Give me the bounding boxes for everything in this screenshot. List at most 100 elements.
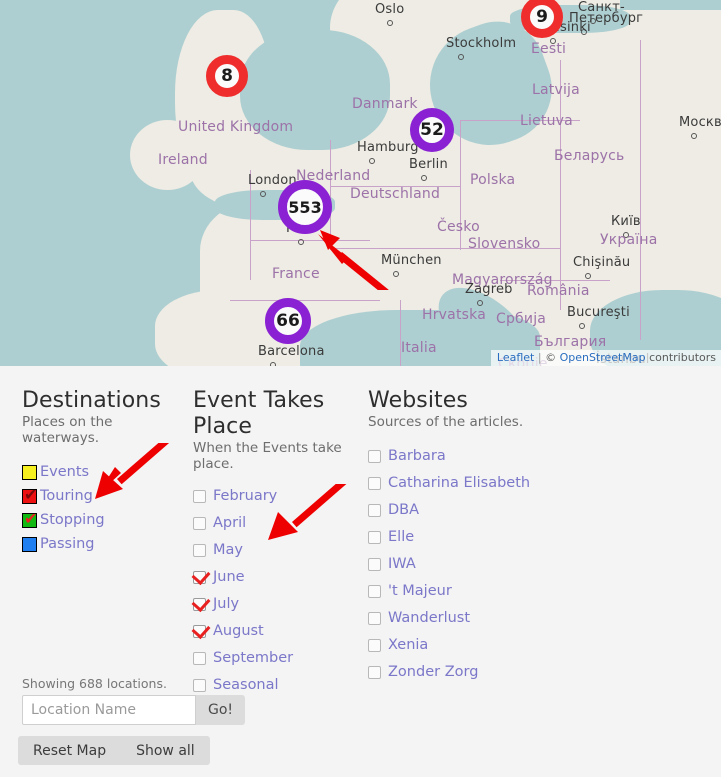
checkbox-icon[interactable] <box>193 651 206 665</box>
website-option-label: Zonder Zorg <box>388 664 479 680</box>
map-label: Deutschland <box>350 186 441 202</box>
leaflet-link[interactable]: Leaflet <box>497 351 534 364</box>
go-button[interactable]: Go! <box>196 695 245 725</box>
checkbox-icon[interactable] <box>368 638 381 652</box>
checkbox-icon[interactable] <box>368 611 381 625</box>
checkbox-icon[interactable] <box>368 449 381 463</box>
map-label: Беларусь <box>554 148 625 164</box>
openstreetmap-link[interactable]: OpenStreetMap <box>560 351 646 364</box>
event-month-option[interactable]: Seasonal <box>193 675 368 695</box>
website-option[interactable]: IWA <box>368 554 698 574</box>
checkbox-icon[interactable] <box>368 476 381 490</box>
event-month-option[interactable]: June <box>193 567 368 587</box>
map-label: Česko <box>437 219 480 235</box>
event-month-option-label: June <box>213 569 245 585</box>
checkbox-icon[interactable] <box>193 489 206 503</box>
website-option[interactable]: Catharina Elisabeth <box>368 473 698 493</box>
map-action-buttons: Reset Map Show all <box>18 736 210 765</box>
checkbox-icon[interactable] <box>368 665 381 679</box>
show-all-button[interactable]: Show all <box>121 736 210 765</box>
website-option[interactable]: 't Majeur <box>368 581 698 601</box>
map-label: Ireland <box>158 152 208 168</box>
showing-locations-count: Showing 688 locations. <box>22 676 167 691</box>
map-label: Київ <box>611 214 641 229</box>
destination-option-label: Touring <box>40 488 93 504</box>
event-month-option[interactable]: May <box>193 540 368 560</box>
map-cluster-marker[interactable]: 553 <box>278 180 332 234</box>
checkbox-icon[interactable] <box>368 557 381 571</box>
map-label: München <box>381 253 442 268</box>
event-month-option[interactable]: September <box>193 648 368 668</box>
checkbox-icon[interactable] <box>193 678 206 692</box>
website-option[interactable]: Wanderlust <box>368 608 698 628</box>
destinations-column: Destinations Places on the waterways. Ev… <box>22 388 192 558</box>
border-line <box>250 240 370 242</box>
events-subtitle: When the Events take place. <box>193 440 342 472</box>
checkbox-icon[interactable] <box>193 543 206 557</box>
checkbox-checked-icon[interactable] <box>193 570 206 584</box>
checkbox-icon[interactable] <box>22 536 37 552</box>
location-search-group: Go! <box>22 695 246 725</box>
leaflet-map[interactable]: Oslo Stockholm Санкт- Петербург Helsinki Eest… <box>0 0 721 366</box>
map-city-dot <box>691 133 697 139</box>
websites-options-list: Barbara Catharina Elisabeth DBA Elle IWA 't M… <box>368 446 698 682</box>
event-month-option-label: April <box>213 515 247 531</box>
map-cluster-marker[interactable]: 52 <box>410 108 454 152</box>
location-name-input[interactable] <box>22 695 196 725</box>
map-city-dot <box>387 20 393 26</box>
websites-title: Websites <box>368 388 468 413</box>
event-month-option[interactable]: July <box>193 594 368 614</box>
website-option-label: DBA <box>388 502 420 518</box>
website-option-label: IWA <box>388 556 416 572</box>
event-month-option-label: Seasonal <box>213 677 279 693</box>
map-label: Danmark <box>352 96 418 112</box>
map-label: Latvija <box>532 82 580 98</box>
page-root: Oslo Stockholm Санкт- Петербург Helsinki Eest… <box>0 0 721 777</box>
event-month-option[interactable]: April <box>193 513 368 533</box>
event-month-option[interactable]: August <box>193 621 368 641</box>
reset-map-button[interactable]: Reset Map <box>18 736 121 765</box>
websites-column: Websites Sources of the articles. Barbar… <box>368 388 698 689</box>
website-option[interactable]: Elle <box>368 527 698 547</box>
map-city-dot <box>579 323 585 329</box>
checkbox-icon[interactable]: ✔ <box>22 510 37 528</box>
checkbox-icon[interactable]: ✔ <box>22 486 37 504</box>
website-option-label: Catharina Elisabeth <box>388 475 531 491</box>
map-label: Bucureşti <box>567 305 630 320</box>
map-cluster-marker[interactable]: 8 <box>206 55 248 97</box>
destination-option-events[interactable]: Events <box>22 462 192 482</box>
website-option[interactable]: Xenia <box>368 635 698 655</box>
checkbox-icon[interactable] <box>368 584 381 598</box>
map-city-dot <box>369 158 375 164</box>
map-label: Barcelona <box>258 344 325 359</box>
destination-option-touring[interactable]: ✔ Touring <box>22 486 192 506</box>
event-month-option-label: May <box>213 542 243 558</box>
map-attribution[interactable]: Leaflet | © OpenStreetMap contributors <box>490 350 721 366</box>
website-option[interactable]: Barbara <box>368 446 698 466</box>
border-line <box>640 40 642 340</box>
map-label: France <box>272 266 320 282</box>
map-label: Србија <box>496 311 547 327</box>
checkbox-icon[interactable] <box>22 464 37 480</box>
map-label: Eesti <box>531 41 567 57</box>
map-cluster-marker[interactable]: 66 <box>265 298 311 344</box>
events-column: Event Takes Place When the Events take p… <box>193 388 368 702</box>
border-line <box>400 300 402 366</box>
destination-option-stopping[interactable]: ✔ Stopping <box>22 510 192 530</box>
event-month-option[interactable]: February <box>193 486 368 506</box>
checkbox-icon[interactable] <box>368 503 381 517</box>
destination-option-label: Passing <box>40 536 95 552</box>
website-option[interactable]: DBA <box>368 500 698 520</box>
border-line <box>330 140 332 250</box>
attribution-separator: | <box>537 351 542 364</box>
website-option[interactable]: Zonder Zorg <box>368 662 698 682</box>
checkbox-icon[interactable] <box>368 530 381 544</box>
checkbox-checked-icon[interactable] <box>193 624 206 638</box>
destination-option-label: Events <box>40 464 90 480</box>
destination-option-label: Stopping <box>40 512 105 528</box>
destination-option-passing[interactable]: Passing <box>22 534 192 554</box>
checkbox-checked-icon[interactable] <box>193 597 206 611</box>
map-label: Slovensko <box>468 236 541 252</box>
map-city-dot <box>260 191 266 197</box>
checkbox-icon[interactable] <box>193 516 206 530</box>
